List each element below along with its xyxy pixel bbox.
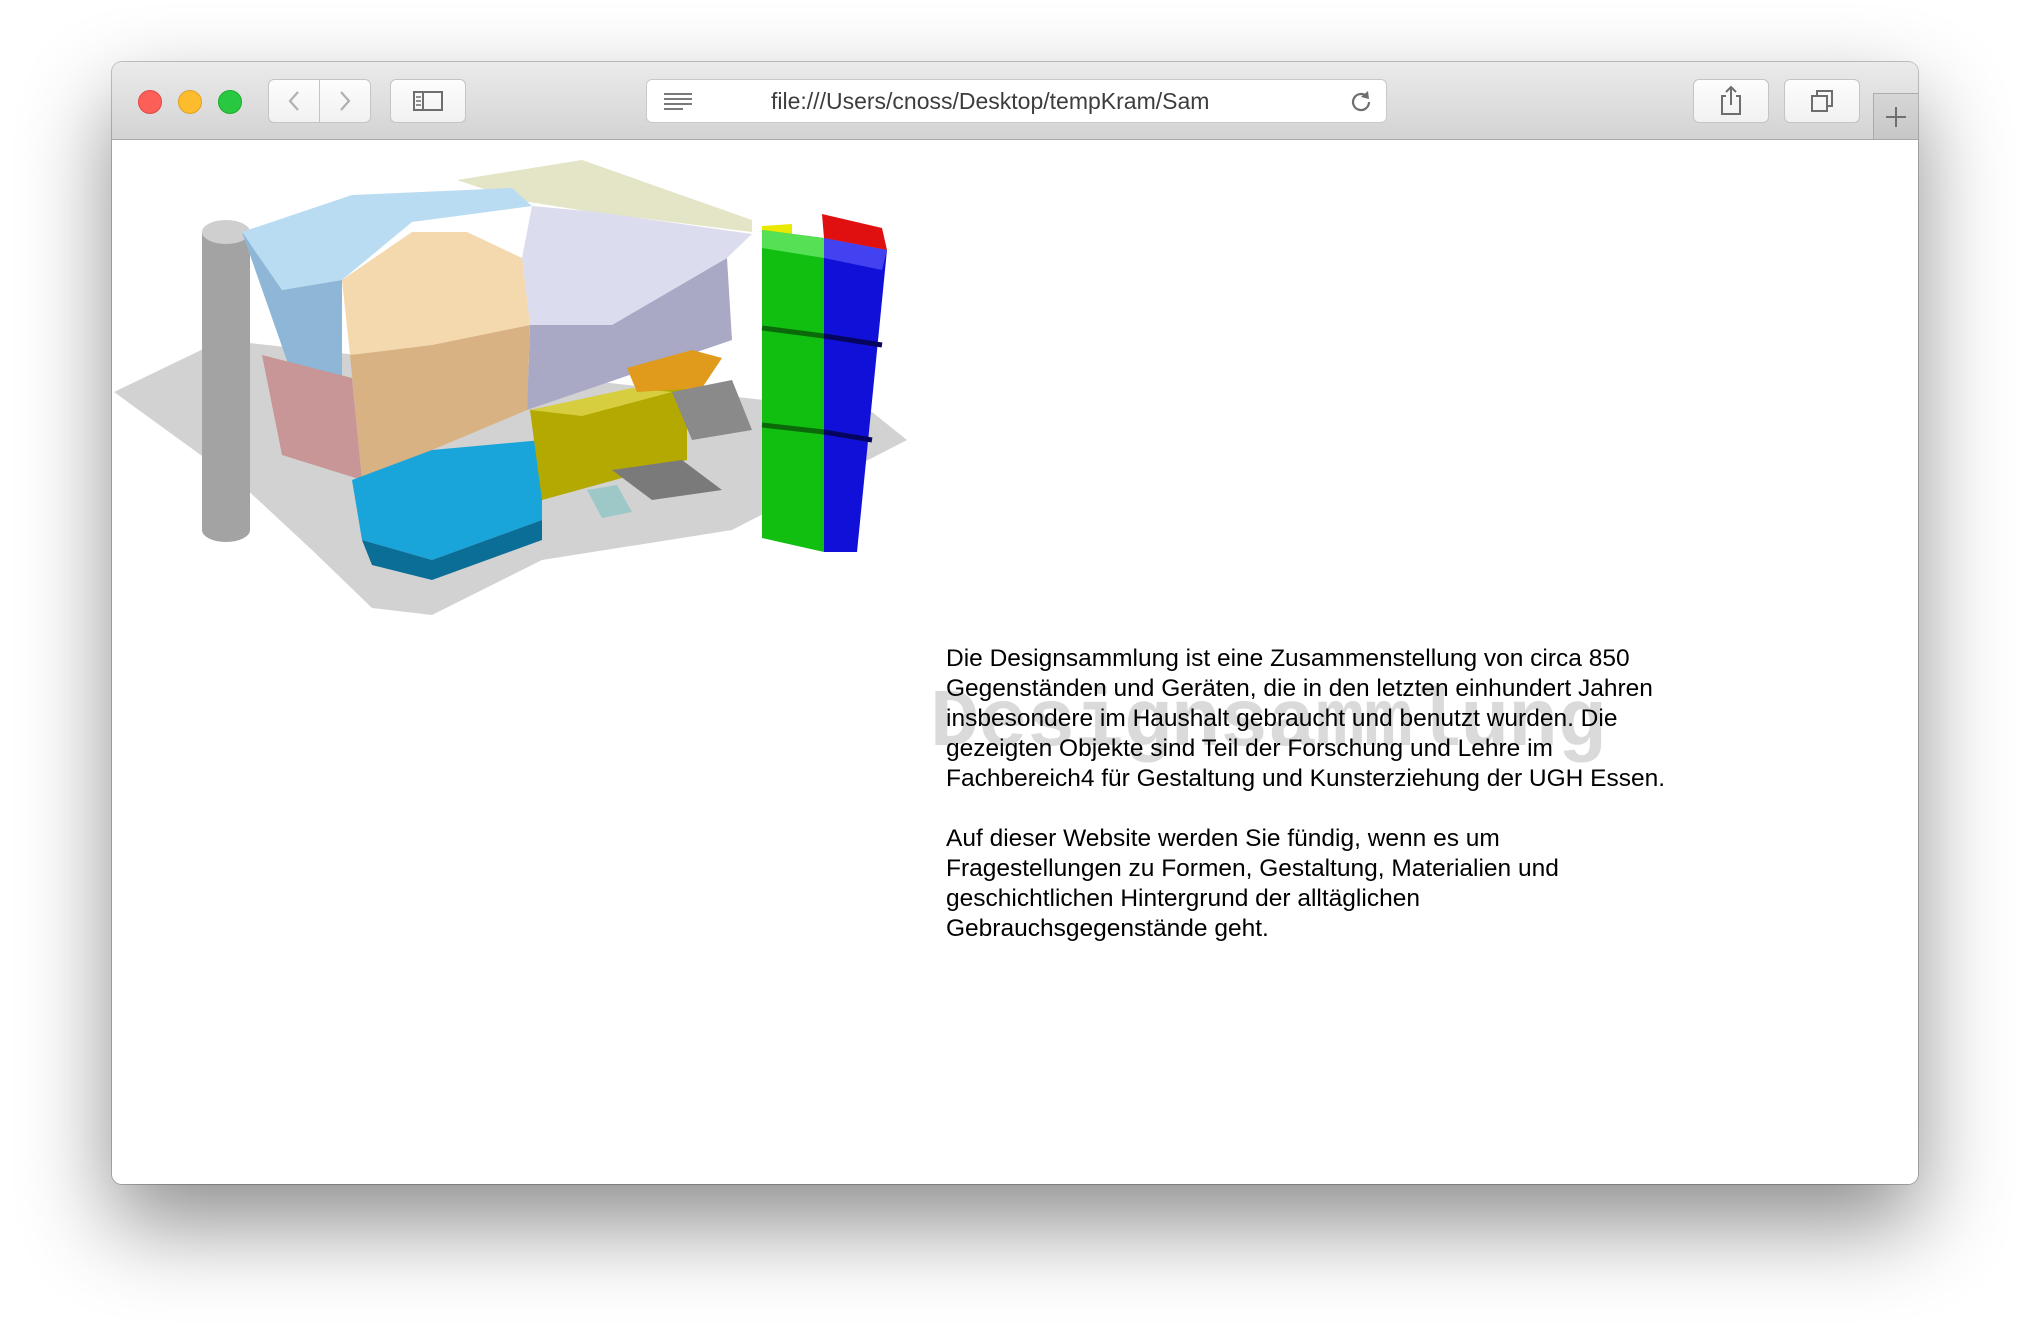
chevron-left-icon (288, 91, 299, 111)
page-content: Designsammlung Die Designsammlung ist ei… (112, 140, 1918, 1184)
designsammlung-logo-illustration (114, 160, 907, 615)
navigation-buttons (268, 79, 371, 123)
reload-icon[interactable] (1348, 89, 1374, 115)
browser-toolbar: file:///Users/cnoss/Desktop/tempKram/Sam (112, 62, 1918, 140)
chevron-right-icon (340, 91, 351, 111)
plus-icon (1886, 106, 1906, 127)
tabs-overview-button[interactable] (1784, 79, 1860, 123)
forward-button[interactable] (319, 79, 371, 123)
url-text[interactable]: file:///Users/cnoss/Desktop/tempKram/Sam (771, 88, 1271, 115)
intro-paragraph-2: Auf dieser Website werden Sie fündig, we… (946, 825, 1559, 942)
new-tab-button[interactable] (1873, 93, 1918, 139)
back-button[interactable] (268, 79, 320, 123)
close-window-button[interactable] (138, 90, 162, 114)
maximize-window-button[interactable] (218, 90, 242, 114)
browser-window: file:///Users/cnoss/Desktop/tempKram/Sam (112, 62, 1918, 1184)
intro-text: Die Designsammlung ist eine Zusammenstel… (946, 644, 1666, 974)
share-button[interactable] (1693, 79, 1769, 123)
sidebar-icon (413, 91, 443, 111)
reader-list-icon[interactable] (663, 92, 693, 112)
sidebar-button[interactable] (390, 79, 466, 123)
address-bar[interactable]: file:///Users/cnoss/Desktop/tempKram/Sam (646, 79, 1387, 123)
intro-paragraph-1: Die Designsammlung ist eine Zusammenstel… (946, 645, 1666, 792)
share-icon (1721, 85, 1741, 115)
minimize-window-button[interactable] (178, 90, 202, 114)
tabs-overview-icon (1811, 90, 1833, 112)
